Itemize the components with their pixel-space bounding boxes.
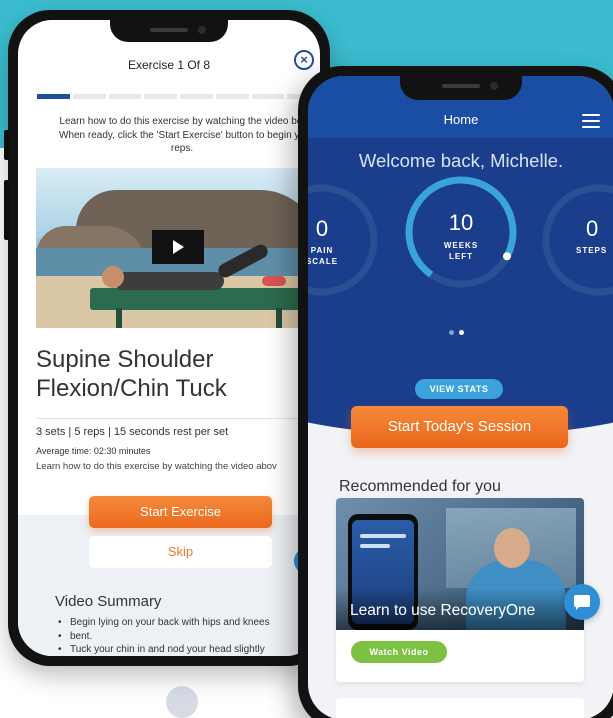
phone-side-button [4,180,9,240]
watch-video-button[interactable]: Watch Video [351,641,447,663]
chat-bubble-tail [576,606,580,610]
stat-label: PAIN [310,246,334,255]
list-item: Tuck your chin in and nod your head slig… [56,643,306,656]
screen-title: Home [443,112,479,127]
home-screen: Home Welcome back, Michelle. 0 PAIN SCAL… [308,76,613,718]
phone-side-button [4,130,9,160]
video-table-leg [116,308,122,328]
progress-segment [180,94,213,99]
welcome-message: Welcome back, Michelle. [358,150,564,171]
list-item: Begin lying on your back with hips and k… [56,616,306,630]
chat-icon[interactable] [564,584,600,620]
video-table-leg [276,308,282,328]
left-phone: Exercise 1 Of 8 × Learn how to do this e… [4,10,330,666]
camera-dot [490,82,498,90]
video-person-shoe [262,276,286,286]
exercise-title-line: Flexion/Chin Tuck [36,375,227,402]
card-caption: Learn to use RecoveryOne [350,602,536,619]
speaker-grille [442,84,480,88]
thumbnail-bar [360,544,390,548]
instruction-line: When ready, click the 'Start Exercise' b… [59,129,305,141]
recommended-card[interactable]: Learn to use RecoveryOne Watch Video [336,498,584,682]
video-summary-list: Begin lying on your back with hips and k… [56,616,306,656]
carousel-dot[interactable] [449,330,454,335]
stat-label: WEEKS [443,241,479,250]
video-summary-heading: Video Summary [55,593,162,610]
menu-line [582,120,600,122]
stat-label: LEFT [449,252,473,261]
exercise-instructions: Learn how to do this exercise by watchin… [32,115,320,156]
list-item-text: bent. [70,630,93,642]
exercise-counter: Exercise 1 Of 8 [127,58,211,72]
carousel-dots [449,322,479,335]
speaker-grille [150,28,188,32]
progress-segment [72,94,106,99]
progress-segment [251,94,285,99]
stat-value: 0 [315,216,329,241]
video-person [114,272,224,290]
stat-label: STEPS [576,246,608,255]
pain-scale-ring[interactable]: 0 PAIN SCALE [308,180,382,300]
stage: Exercise 1 Of 8 × Learn how to do this e… [0,0,613,718]
start-exercise-button[interactable]: Start Exercise [89,496,272,528]
recommended-heading: Recommended for you [339,478,501,495]
card-thumbnail: Learn to use RecoveryOne [336,498,584,630]
menu-line [582,114,600,116]
instruction-line: Learn how to do this exercise by watchin… [59,116,305,127]
steps-ring[interactable]: 0 STEPS [538,180,613,300]
thumbnail-person-head [494,528,530,568]
exercise-screen: Exercise 1 Of 8 × Learn how to do this e… [18,20,320,656]
weeks-left-ring[interactable]: 10 WEEKS LEFT [401,172,521,292]
hamburger-menu-icon[interactable] [582,114,600,128]
progress-segment [215,94,249,99]
next-card[interactable] [336,698,584,718]
video-massage-table [90,288,320,310]
stat-value: 0 [586,216,599,241]
phone-notch [400,76,522,100]
learn-text: Learn how to do this exercise by watchin… [36,461,277,472]
phone-notch [110,20,228,42]
carousel-dot-active[interactable] [459,330,464,335]
progress-segment [108,94,142,99]
skip-button[interactable]: Skip [89,536,272,568]
start-session-button[interactable]: Start Today's Session [351,406,568,448]
stat-value: 10 [448,210,474,235]
exercise-progress-bar [37,94,320,99]
divider [36,418,320,419]
instruction-line: reps. [170,143,194,154]
exercise-video[interactable] [36,168,320,328]
decorative-dot [166,686,198,718]
average-time: Average time: 02:30 minutes [36,446,151,456]
stat-label: SCALE [308,257,339,266]
exercise-title-line: Supine Shoulder [36,346,214,373]
thumbnail-bar [360,534,406,538]
play-icon[interactable] [152,230,204,264]
progress-segment [144,94,177,99]
close-icon[interactable]: × [294,50,314,70]
list-item-continuation: bent. [56,630,306,644]
video-person-head [102,266,124,288]
camera-dot [198,26,206,34]
view-stats-button[interactable]: VIEW STATS [415,379,503,399]
right-phone: Home Welcome back, Michelle. 0 PAIN SCAL… [298,66,613,718]
exercise-title: Supine Shoulder Flexion/Chin Tuck [36,345,320,403]
menu-line [582,126,600,128]
progress-segment [37,94,70,99]
sets-reps-info: 3 sets | 5 reps | 15 seconds rest per se… [36,426,229,438]
